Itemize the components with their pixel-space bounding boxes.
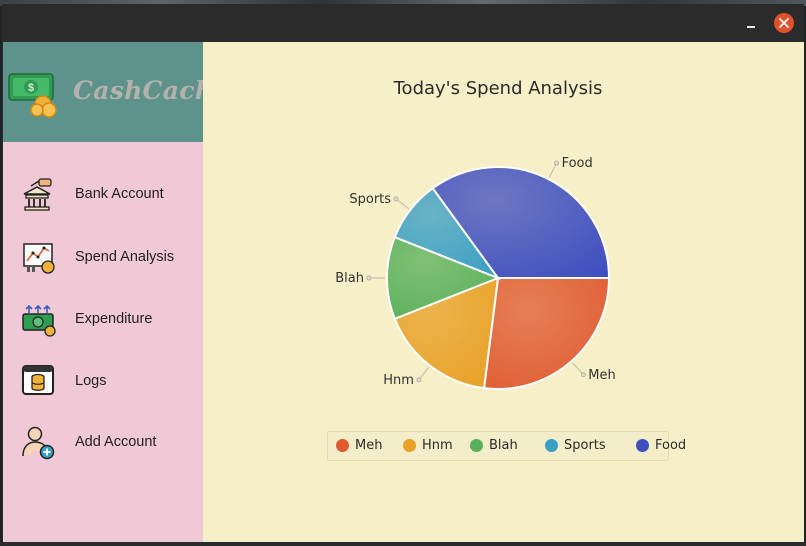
sidebar-item-expenditure[interactable]: Expenditure <box>3 293 203 345</box>
sidebar-item-logs[interactable]: Logs <box>3 355 203 407</box>
pie-label-hnm: Hnm <box>383 373 414 388</box>
pie-label-dot <box>554 160 560 166</box>
legend-swatch <box>336 439 349 452</box>
legend-label: Blah <box>489 438 518 453</box>
legend-swatch <box>636 439 649 452</box>
legend-swatch <box>403 439 416 452</box>
sidebar-item-label: Expenditure <box>75 311 153 327</box>
pie-label-dot <box>416 377 422 383</box>
sidebar-item-label: Spend Analysis <box>75 249 175 265</box>
brand-header: $ CashCache <box>3 42 229 142</box>
close-button[interactable] <box>774 13 794 33</box>
sidebar-item-label: Add Account <box>75 434 157 450</box>
sidebar-item-label: Logs <box>75 373 107 389</box>
analysis-icon <box>23 243 55 274</box>
svg-text:$: $ <box>28 82 34 94</box>
app-window: $ CashCache Bank Account Spend Analysis … <box>2 4 804 544</box>
pie-label-sports: Sports <box>349 192 391 207</box>
chart-legend: Meh Hnm Blah Sports Food <box>327 431 686 461</box>
pie-chart: Meh Hnm Blah Sports Food <box>335 156 616 390</box>
logs-icon <box>22 365 54 395</box>
pie-label-food: Food <box>562 156 593 171</box>
legend-label: Sports <box>564 438 606 453</box>
legend-swatch <box>470 439 483 452</box>
legend-label: Hnm <box>422 438 453 453</box>
bank-icon <box>23 178 52 211</box>
sidebar: $ CashCache Bank Account Spend Analysis … <box>3 42 229 544</box>
legend-label: Food <box>655 438 687 453</box>
money-icon <box>22 304 56 337</box>
cash-logo-icon: $ <box>8 73 57 118</box>
add-user-icon <box>22 426 55 460</box>
main-content: Today's Spend Analysis Meh Hnm Blah Sports F… <box>203 42 804 544</box>
sidebar-item-label: Bank Account <box>75 186 164 202</box>
title-bar <box>2 4 804 42</box>
pie-label-meh: Meh <box>588 368 615 383</box>
pie-label-dot <box>393 196 399 202</box>
sidebar-item-bank-account[interactable]: Bank Account <box>3 168 203 220</box>
pie-label-blah: Blah <box>335 271 364 286</box>
minimize-button[interactable] <box>745 14 759 30</box>
legend-label: Meh <box>355 438 383 453</box>
sidebar-item-spend-analysis[interactable]: Spend Analysis <box>3 231 203 283</box>
sidebar-item-add-account[interactable]: Add Account <box>3 416 203 468</box>
pie-label-dot <box>580 372 586 378</box>
window-bottom-edge <box>0 542 806 546</box>
pie-label-dot <box>366 275 372 281</box>
legend-swatch <box>545 439 558 452</box>
close-icon <box>779 18 789 28</box>
